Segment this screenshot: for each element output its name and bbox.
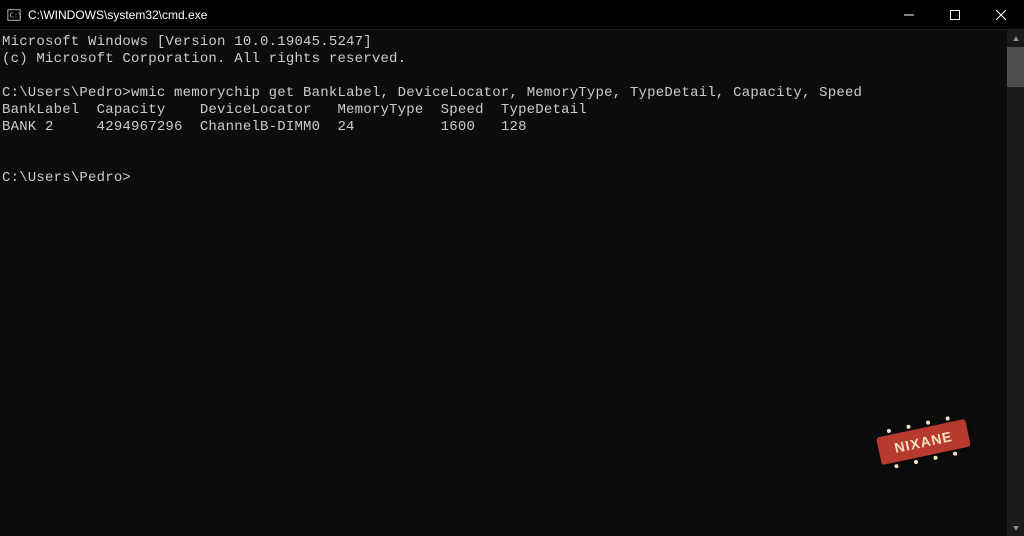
banner-line: Microsoft Windows [Version 10.0.19045.52… <box>2 34 1005 51</box>
blank-line <box>2 153 1005 170</box>
window-title: C:\WINDOWS\system32\cmd.exe <box>28 8 207 22</box>
table-row: BANK 2 4294967296 ChannelB-DIMM0 24 1600… <box>2 119 1005 136</box>
blank-line <box>2 68 1005 85</box>
window-titlebar: C:\ C:\WINDOWS\system32\cmd.exe <box>0 0 1024 30</box>
prompt-line: C:\Users\Pedro> <box>2 170 1005 187</box>
cmd-icon: C:\ <box>6 7 22 23</box>
svg-text:C:\: C:\ <box>10 11 21 19</box>
table-header: BankLabel Capacity DeviceLocator MemoryT… <box>2 102 1005 119</box>
titlebar-left: C:\ C:\WINDOWS\system32\cmd.exe <box>6 7 207 23</box>
terminal-output[interactable]: Microsoft Windows [Version 10.0.19045.52… <box>0 30 1007 536</box>
vertical-scrollbar[interactable] <box>1007 30 1024 536</box>
scroll-up-button[interactable] <box>1007 30 1024 47</box>
command-line: C:\Users\Pedro>wmic memorychip get BankL… <box>2 85 1005 102</box>
scroll-down-button[interactable] <box>1007 519 1024 536</box>
minimize-button[interactable] <box>886 0 932 30</box>
banner-line: (c) Microsoft Corporation. All rights re… <box>2 51 1005 68</box>
titlebar-controls <box>886 0 1024 29</box>
command-text: wmic memorychip get BankLabel, DeviceLoc… <box>131 85 862 101</box>
maximize-button[interactable] <box>932 0 978 30</box>
close-button[interactable] <box>978 0 1024 30</box>
prompt-path: C:\Users\Pedro> <box>2 170 131 186</box>
prompt-path: C:\Users\Pedro> <box>2 85 131 101</box>
blank-line <box>2 136 1005 153</box>
terminal-wrapper: Microsoft Windows [Version 10.0.19045.52… <box>0 30 1024 536</box>
scrollbar-thumb[interactable] <box>1007 47 1024 87</box>
watermark-text: NIXANE <box>893 428 954 456</box>
